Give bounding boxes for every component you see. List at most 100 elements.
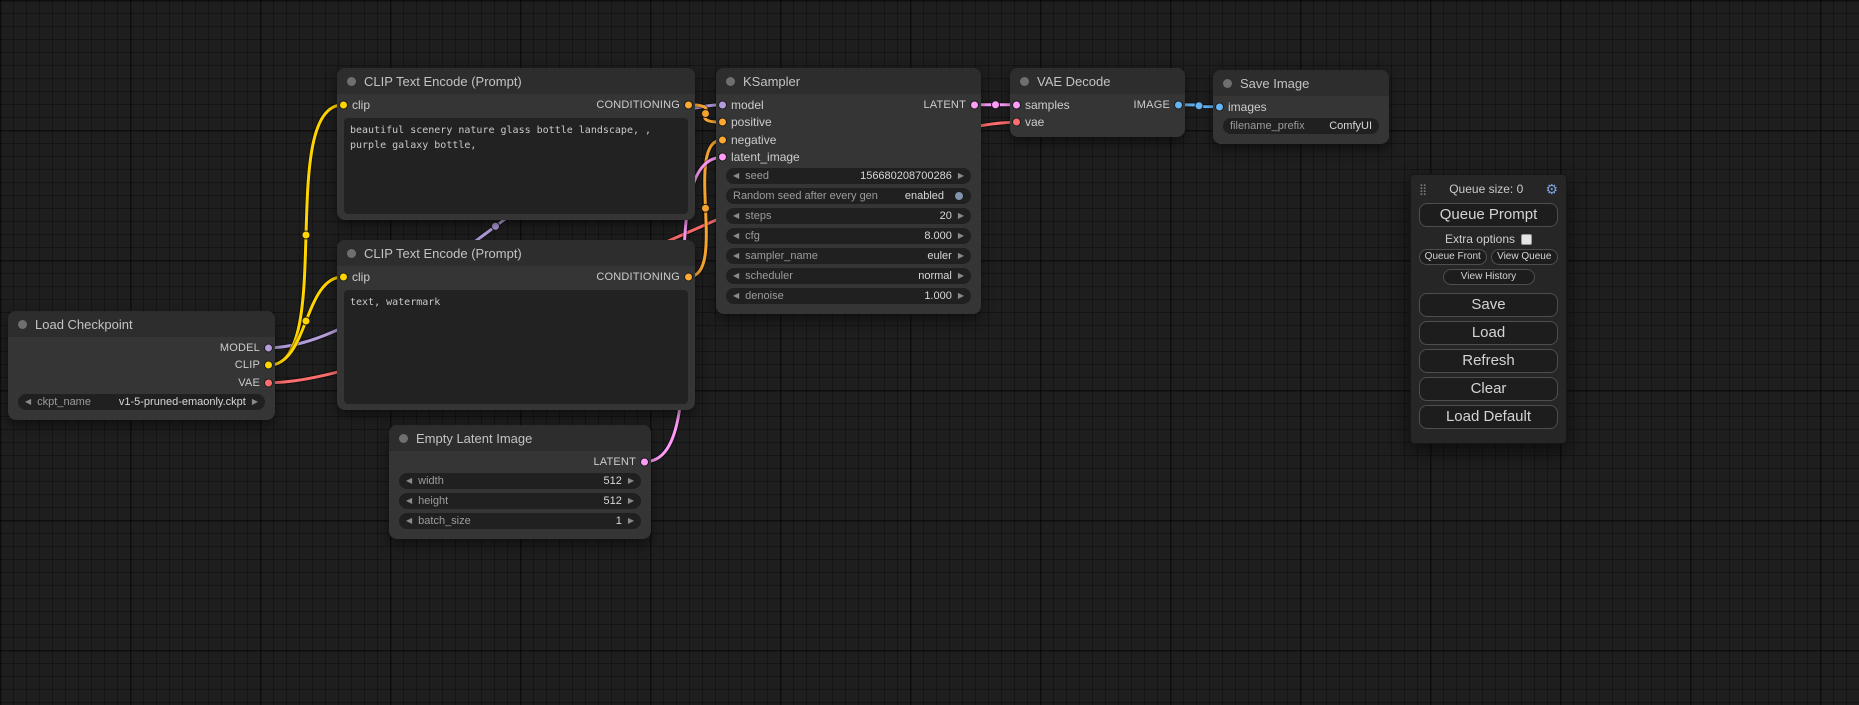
refresh-button[interactable]: Refresh bbox=[1419, 349, 1558, 373]
increment-arrow-icon[interactable]: ▶ bbox=[958, 172, 964, 180]
node-title-bar[interactable]: CLIP Text Encode (Prompt) bbox=[337, 68, 695, 94]
node-title-bar[interactable]: Save Image bbox=[1213, 70, 1389, 96]
output-slot-dot-conditioning[interactable] bbox=[684, 272, 693, 281]
link-midpoint-dot[interactable] bbox=[492, 222, 500, 230]
input-slot-positive[interactable]: positive bbox=[716, 114, 981, 132]
node-clip-text-encode-positive[interactable]: CLIP Text Encode (Prompt) clip CONDITION… bbox=[337, 68, 695, 220]
widget-seed[interactable]: ◀ seed 156680208700286 ▶ bbox=[726, 168, 971, 184]
output-slot-dot-image[interactable] bbox=[1174, 100, 1183, 109]
link-midpoint-dot[interactable] bbox=[702, 110, 710, 118]
collapse-dot-icon[interactable] bbox=[1223, 79, 1232, 88]
collapse-dot-icon[interactable] bbox=[347, 77, 356, 86]
collapse-dot-icon[interactable] bbox=[399, 434, 408, 443]
node-graph-canvas[interactable]: Load Checkpoint MODEL CLIP VAE ◀ ckpt_na… bbox=[0, 0, 1859, 705]
node-title-bar[interactable]: Empty Latent Image bbox=[389, 425, 651, 451]
collapse-dot-icon[interactable] bbox=[1020, 77, 1029, 86]
view-queue-button[interactable]: View Queue bbox=[1491, 249, 1559, 265]
widget-batch-size[interactable]: ◀ batch_size 1 ▶ bbox=[399, 513, 641, 529]
output-slot-dot-latent[interactable] bbox=[970, 100, 979, 109]
clear-button[interactable]: Clear bbox=[1419, 377, 1558, 401]
widget-filename-prefix[interactable]: filename_prefix ComfyUI bbox=[1223, 118, 1379, 134]
input-slot-dot-negative[interactable] bbox=[718, 135, 727, 144]
link-midpoint-dot[interactable] bbox=[302, 231, 310, 239]
increment-arrow-icon[interactable]: ▶ bbox=[958, 292, 964, 300]
decrement-arrow-icon[interactable]: ◀ bbox=[733, 232, 739, 240]
save-button[interactable]: Save bbox=[1419, 293, 1558, 317]
prev-value-arrow-icon[interactable]: ◀ bbox=[25, 398, 31, 406]
next-value-arrow-icon[interactable]: ▶ bbox=[252, 398, 258, 406]
widget-ckpt-name[interactable]: ◀ ckpt_name v1-5-pruned-emaonly.ckpt ▶ bbox=[18, 394, 265, 410]
input-slot-negative[interactable]: negative bbox=[716, 131, 981, 149]
queue-menu-panel[interactable]: ⣿ Queue size: 0 ⚙ Queue Prompt Extra opt… bbox=[1410, 174, 1567, 444]
positive-prompt-textarea[interactable]: beautiful scenery nature glass bottle la… bbox=[344, 118, 688, 214]
widget-sampler-name[interactable]: ◀ sampler_name euler ▶ bbox=[726, 248, 971, 264]
next-value-arrow-icon[interactable]: ▶ bbox=[958, 252, 964, 260]
queue-prompt-button[interactable]: Queue Prompt bbox=[1419, 203, 1558, 227]
output-slot-dot-conditioning[interactable] bbox=[684, 100, 693, 109]
node-empty-latent-image[interactable]: Empty Latent Image LATENT ◀ width 512 ▶ … bbox=[389, 425, 651, 539]
node-load-checkpoint[interactable]: Load Checkpoint MODEL CLIP VAE ◀ ckpt_na… bbox=[8, 311, 275, 420]
link-midpoint-dot[interactable] bbox=[702, 204, 710, 212]
input-slot-dot-samples[interactable] bbox=[1012, 100, 1021, 109]
prev-value-arrow-icon[interactable]: ◀ bbox=[733, 272, 739, 280]
node-save-image[interactable]: Save Image images filename_prefix ComfyU… bbox=[1213, 70, 1389, 144]
decrement-arrow-icon[interactable]: ◀ bbox=[733, 212, 739, 220]
node-ksampler[interactable]: KSampler model LATENT positive negative … bbox=[716, 68, 981, 314]
increment-arrow-icon[interactable]: ▶ bbox=[628, 517, 634, 525]
increment-arrow-icon[interactable]: ▶ bbox=[958, 232, 964, 240]
load-default-button[interactable]: Load Default bbox=[1419, 405, 1558, 429]
widget-width[interactable]: ◀ width 512 ▶ bbox=[399, 473, 641, 489]
prev-value-arrow-icon[interactable]: ◀ bbox=[733, 252, 739, 260]
decrement-arrow-icon[interactable]: ◀ bbox=[406, 477, 412, 485]
input-slot-latent-image[interactable]: latent_image bbox=[716, 149, 981, 167]
widget-denoise[interactable]: ◀ denoise 1.000 ▶ bbox=[726, 288, 971, 304]
node-title-bar[interactable]: VAE Decode bbox=[1010, 68, 1185, 94]
link-midpoint-dot[interactable] bbox=[302, 317, 310, 325]
node-title-bar[interactable]: CLIP Text Encode (Prompt) bbox=[337, 240, 695, 266]
output-slot-clip[interactable]: CLIP bbox=[8, 357, 275, 375]
increment-arrow-icon[interactable]: ▶ bbox=[628, 477, 634, 485]
link-midpoint-dot[interactable] bbox=[992, 101, 1000, 109]
view-history-button[interactable]: View History bbox=[1443, 269, 1535, 285]
output-slot-dot-clip[interactable] bbox=[264, 361, 273, 370]
input-slot-dot-images[interactable] bbox=[1215, 102, 1224, 111]
widget-cfg[interactable]: ◀ cfg 8.000 ▶ bbox=[726, 228, 971, 244]
node-title-bar[interactable]: Load Checkpoint bbox=[8, 311, 275, 337]
negative-prompt-textarea[interactable]: text, watermark bbox=[344, 290, 688, 404]
queue-front-button[interactable]: Queue Front bbox=[1419, 249, 1487, 265]
output-slot-dot-latent[interactable] bbox=[640, 457, 649, 466]
increment-arrow-icon[interactable]: ▶ bbox=[958, 212, 964, 220]
widget-random-seed-toggle[interactable]: Random seed after every gen enabled bbox=[726, 188, 971, 204]
output-slot-model[interactable]: MODEL bbox=[8, 339, 275, 357]
decrement-arrow-icon[interactable]: ◀ bbox=[733, 172, 739, 180]
output-slot-vae[interactable]: VAE bbox=[8, 374, 275, 392]
node-clip-text-encode-negative[interactable]: CLIP Text Encode (Prompt) clip CONDITION… bbox=[337, 240, 695, 410]
decrement-arrow-icon[interactable]: ◀ bbox=[406, 517, 412, 525]
link-midpoint-dot[interactable] bbox=[1195, 102, 1203, 110]
decrement-arrow-icon[interactable]: ◀ bbox=[406, 497, 412, 505]
toggle-knob-icon[interactable] bbox=[954, 191, 964, 201]
output-slot-dot-model[interactable] bbox=[264, 343, 273, 352]
widget-height[interactable]: ◀ height 512 ▶ bbox=[399, 493, 641, 509]
input-slot-dot-vae[interactable] bbox=[1012, 118, 1021, 127]
collapse-dot-icon[interactable] bbox=[18, 320, 27, 329]
input-slot-dot-positive[interactable] bbox=[718, 118, 727, 127]
output-slot-latent[interactable]: LATENT bbox=[389, 453, 651, 471]
next-value-arrow-icon[interactable]: ▶ bbox=[958, 272, 964, 280]
node-title-bar[interactable]: KSampler bbox=[716, 68, 981, 94]
drag-handle-icon[interactable]: ⣿ bbox=[1419, 183, 1427, 196]
input-slot-vae[interactable]: vae bbox=[1010, 114, 1185, 132]
input-slot-dot-clip[interactable] bbox=[339, 100, 348, 109]
increment-arrow-icon[interactable]: ▶ bbox=[628, 497, 634, 505]
output-slot-dot-vae[interactable] bbox=[264, 378, 273, 387]
input-slot-dot-clip[interactable] bbox=[339, 272, 348, 281]
settings-gear-icon[interactable]: ⚙ bbox=[1545, 181, 1558, 198]
input-slot-dot-latent-image[interactable] bbox=[718, 153, 727, 162]
collapse-dot-icon[interactable] bbox=[726, 77, 735, 86]
collapse-dot-icon[interactable] bbox=[347, 249, 356, 258]
node-vae-decode[interactable]: VAE Decode samples IMAGE vae bbox=[1010, 68, 1185, 137]
extra-options-checkbox[interactable] bbox=[1521, 234, 1532, 245]
input-slot-images[interactable]: images bbox=[1213, 98, 1389, 116]
decrement-arrow-icon[interactable]: ◀ bbox=[733, 292, 739, 300]
input-slot-dot-model[interactable] bbox=[718, 100, 727, 109]
